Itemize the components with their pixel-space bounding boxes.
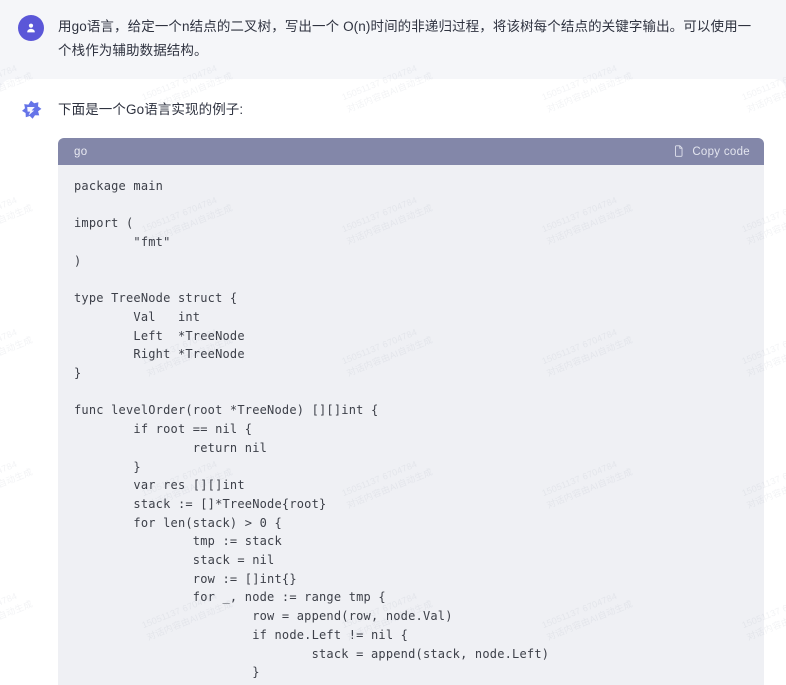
clipboard-icon bbox=[675, 145, 683, 157]
assistant-message: 下面是一个Go语言实现的例子: go Copy code package mai… bbox=[0, 79, 786, 685]
code-content: package main import ( "fmt" ) type TreeN… bbox=[74, 179, 550, 685]
assistant-intro-text: 下面是一个Go语言实现的例子: bbox=[58, 102, 244, 117]
code-language-label: go bbox=[74, 145, 88, 158]
copy-code-button[interactable]: Copy code bbox=[673, 145, 750, 158]
assistant-avatar bbox=[18, 98, 44, 124]
chat-conversation: 用go语言，给定一个n结点的二叉树，写出一个 O(n)时间的非递归过程，将该树每… bbox=[0, 0, 786, 685]
code-block-body: package main import ( "fmt" ) type TreeN… bbox=[58, 165, 764, 685]
user-message-body: 用go语言，给定一个n结点的二叉树，写出一个 O(n)时间的非递归过程，将该树每… bbox=[58, 14, 764, 63]
user-message: 用go语言，给定一个n结点的二叉树，写出一个 O(n)时间的非递归过程，将该树每… bbox=[0, 0, 786, 79]
user-message-text: 用go语言，给定一个n结点的二叉树，写出一个 O(n)时间的非递归过程，将该树每… bbox=[58, 19, 752, 58]
ai-logo-icon bbox=[22, 100, 42, 119]
user-avatar bbox=[18, 15, 44, 41]
assistant-message-body: 下面是一个Go语言实现的例子: go Copy code package mai… bbox=[58, 97, 764, 685]
person-icon bbox=[27, 23, 35, 33]
copy-code-label: Copy code bbox=[692, 145, 750, 158]
code-block-header: go Copy code bbox=[58, 138, 764, 165]
code-block: go Copy code package main import ( "fmt"… bbox=[58, 138, 764, 685]
